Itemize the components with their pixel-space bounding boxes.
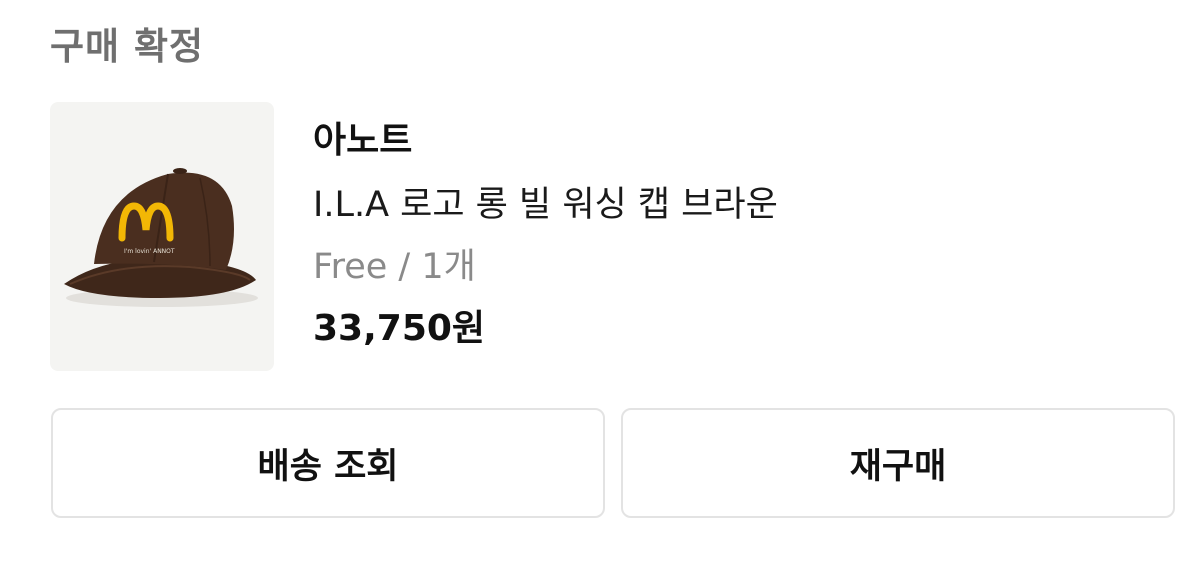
product-brand[interactable]: 아노트 xyxy=(313,118,412,164)
product-price: 33,750원 xyxy=(313,308,486,349)
order-status-title: 구매 확정 xyxy=(50,25,205,68)
product-image[interactable]: I'm lovin' ANNOT xyxy=(50,102,274,371)
product-option: Free / 1개 xyxy=(313,247,476,287)
repurchase-button[interactable]: 재구매 xyxy=(621,408,1175,518)
track-delivery-button[interactable]: 배송 조회 xyxy=(51,408,605,518)
product-name[interactable]: I.L.A 로고 롱 빌 워싱 캡 브라운 xyxy=(313,182,778,228)
brown-cap-icon: I'm lovin' ANNOT xyxy=(64,168,258,307)
cap-print-text: I'm lovin' ANNOT xyxy=(124,248,175,255)
